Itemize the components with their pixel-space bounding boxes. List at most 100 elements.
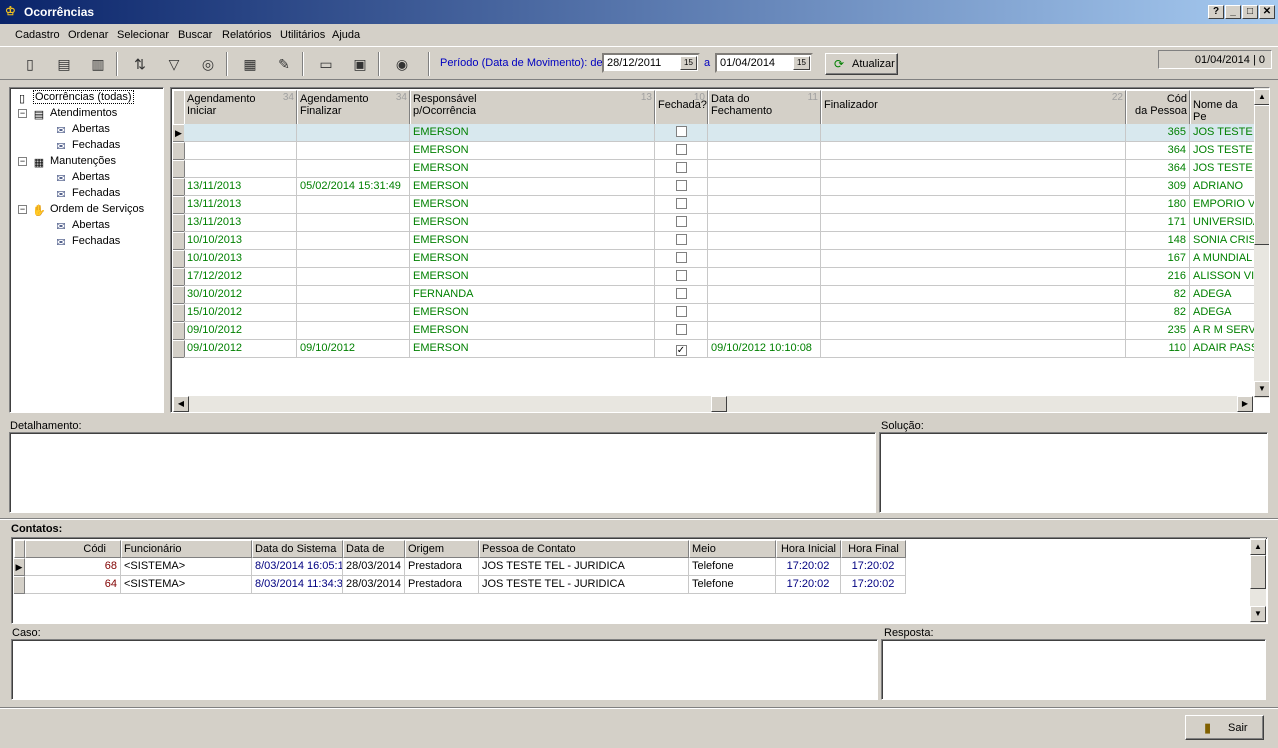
grid-cell[interactable]: 167	[1126, 250, 1190, 268]
scroll-down-icon[interactable]: ▼	[1250, 606, 1266, 622]
detail-textarea[interactable]	[9, 432, 876, 513]
grid-cell[interactable]: JOS TESTE	[1190, 142, 1256, 160]
scroll-thumb[interactable]	[711, 396, 727, 412]
scroll-up-icon[interactable]: ▲	[1254, 89, 1269, 105]
checkbox[interactable]	[675, 306, 687, 317]
checkbox[interactable]	[675, 126, 687, 137]
grid-cell[interactable]: EMPORIO VI	[1190, 196, 1256, 214]
grid-header[interactable]: Nome da Pe	[1190, 90, 1256, 126]
contacts-cell[interactable]: 17:20:02	[776, 558, 841, 576]
grid-cell[interactable]: 216	[1126, 268, 1190, 286]
grid-cell[interactable]	[297, 250, 410, 268]
grid-cell[interactable]	[708, 286, 821, 304]
vertical-scrollbar[interactable]: ▲ ▼	[1254, 88, 1269, 398]
contacts-cell[interactable]: 17:20:02	[776, 576, 841, 594]
menu-relatorios[interactable]: Relatórios	[222, 29, 272, 41]
contacts-cell[interactable]: <SISTEMA>	[121, 558, 252, 576]
contacts-cell[interactable]: Telefone	[689, 558, 776, 576]
grid-cell[interactable]	[297, 214, 410, 232]
grid-cell[interactable]: 180	[1126, 196, 1190, 214]
case-textarea[interactable]	[11, 639, 878, 700]
grid-cell[interactable]: FERNANDA	[410, 286, 655, 304]
contacts-header[interactable]: Funcionário	[121, 540, 252, 558]
tree-leaf[interactable]: ✉ Fechadas	[54, 185, 120, 201]
grid-header[interactable]: Data do Fechamento 11	[708, 90, 821, 126]
grid-cell[interactable]	[708, 214, 821, 232]
menu-ordenar[interactable]: Ordenar	[68, 29, 108, 41]
grid-cell[interactable]	[821, 232, 1126, 250]
grid-cell-closed[interactable]	[655, 178, 708, 196]
grid-cell-closed[interactable]	[655, 160, 708, 178]
grid-cell-closed[interactable]	[655, 124, 708, 142]
grid-cell[interactable]	[821, 304, 1126, 322]
grid-cell[interactable]: 09/10/2012 10:10:08	[708, 340, 821, 358]
contacts-cell[interactable]: Telefone	[689, 576, 776, 594]
grid-cell[interactable]	[708, 178, 821, 196]
grid-cell[interactable]	[297, 160, 410, 178]
grid-cell[interactable]	[708, 160, 821, 178]
grid-cell[interactable]: EMERSON	[410, 124, 655, 142]
tree-leaf[interactable]: ✉ Abertas	[54, 121, 110, 137]
grid-cell[interactable]: EMERSON	[410, 304, 655, 322]
grid-cell[interactable]: EMERSON	[410, 340, 655, 358]
grid-cell-closed[interactable]	[655, 196, 708, 214]
grid-cell[interactable]: JOS TESTE	[1190, 124, 1256, 142]
grid-cell[interactable]: UNIVERSIDA	[1190, 214, 1256, 232]
print-icon[interactable]: ▣	[348, 53, 372, 75]
scroll-right-icon[interactable]: ▶	[1237, 396, 1253, 412]
row-indicator[interactable]: ▶	[14, 558, 25, 576]
grid-cell[interactable]: 13/11/2013	[184, 214, 297, 232]
grid-header[interactable]: Cód da Pessoa	[1126, 90, 1190, 126]
grid-cell[interactable]: 309	[1126, 178, 1190, 196]
grid-cell[interactable]: 82	[1126, 304, 1190, 322]
grid-cell[interactable]	[821, 214, 1126, 232]
new-icon[interactable]: ▯	[18, 53, 42, 75]
contacts-cell[interactable]: 64	[25, 576, 121, 594]
contacts-header[interactable]: Origem	[405, 540, 479, 558]
filter-icon[interactable]: ▽	[162, 53, 186, 75]
contacts-header[interactable]: Hora Inicial	[776, 540, 841, 558]
contacts-header[interactable]: Data do Sistema	[252, 540, 343, 558]
edit-icon[interactable]: ▤	[52, 53, 76, 75]
contacts-cell[interactable]: 8/03/2014 16:05:1	[252, 558, 343, 576]
calendar-picker-icon[interactable]: 15	[680, 56, 697, 70]
date-from-field[interactable]: 28/12/2011 15	[602, 53, 700, 73]
contacts-cell[interactable]: <SISTEMA>	[121, 576, 252, 594]
grid-cell[interactable]: 09/10/2012	[297, 340, 410, 358]
grid-cell[interactable]: ALISSON VII	[1190, 268, 1256, 286]
grid-cell-closed[interactable]	[655, 286, 708, 304]
tree-leaf[interactable]: ✉ Abertas	[54, 217, 110, 233]
grid-cell[interactable]	[297, 196, 410, 214]
grid-cell[interactable]	[708, 250, 821, 268]
grid-cell[interactable]	[297, 322, 410, 340]
grid-cell-closed[interactable]	[655, 142, 708, 160]
grid-cell[interactable]: EMERSON	[410, 178, 655, 196]
grid-cell[interactable]	[821, 124, 1126, 142]
menu-cadastro[interactable]: Cadastro	[15, 29, 60, 41]
tree-leaf[interactable]: ✉ Abertas	[54, 169, 110, 185]
checkbox[interactable]	[675, 216, 687, 227]
grid-cell[interactable]	[297, 124, 410, 142]
tree-group[interactable]: − ▦ Manutenções	[18, 153, 116, 169]
minimize-button[interactable]: _	[1225, 5, 1241, 19]
grid-cell[interactable]: A R M SERV	[1190, 322, 1256, 340]
grid-cell[interactable]	[708, 124, 821, 142]
grid-cell[interactable]: 15/10/2012	[184, 304, 297, 322]
close-button[interactable]: ✕	[1259, 5, 1275, 19]
grid-cell[interactable]: EMERSON	[410, 250, 655, 268]
grid-cell[interactable]: 365	[1126, 124, 1190, 142]
calendar-picker-icon[interactable]: 15	[793, 56, 810, 70]
date-to-field[interactable]: 01/04/2014 15	[715, 53, 813, 73]
grid-cell[interactable]	[821, 178, 1126, 196]
scroll-thumb[interactable]	[1254, 105, 1269, 245]
tree-root[interactable]: ▯ Ocorrências (todas)	[15, 89, 134, 105]
checkbox[interactable]	[675, 252, 687, 263]
grid-cell[interactable]	[821, 196, 1126, 214]
contacts-cell[interactable]: JOS TESTE TEL - JURIDICA	[479, 576, 689, 594]
report-icon[interactable]: ▭	[314, 53, 338, 75]
checkbox[interactable]	[675, 162, 687, 173]
grid-cell[interactable]: EMERSON	[410, 160, 655, 178]
contacts-cell[interactable]: 28/03/2014	[343, 576, 405, 594]
checkbox[interactable]	[675, 234, 687, 245]
grid-cell-closed[interactable]	[655, 322, 708, 340]
